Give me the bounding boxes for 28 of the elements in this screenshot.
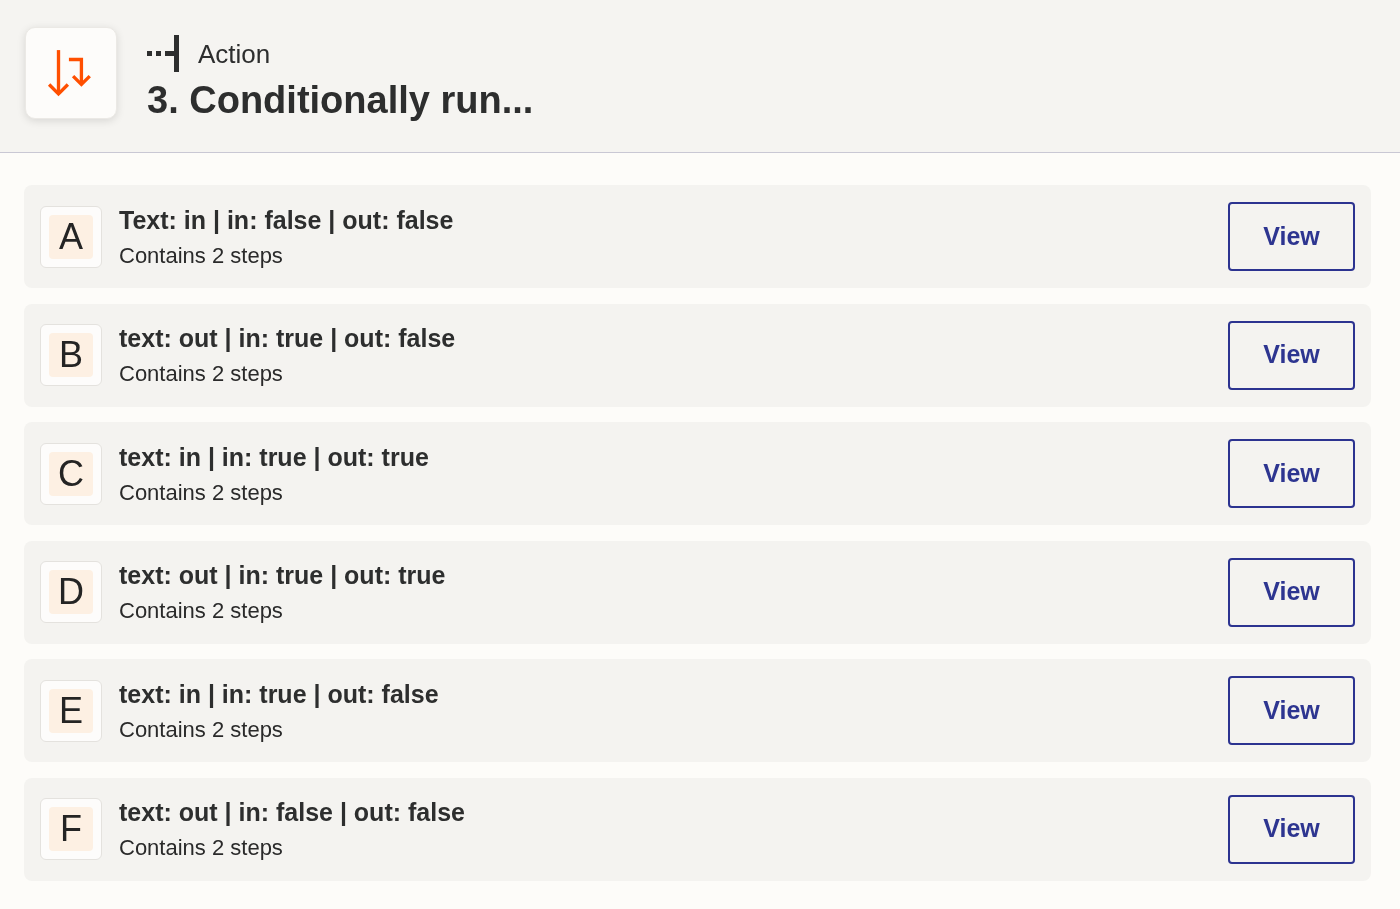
- path-title: text: out | in: true | out: false: [119, 323, 457, 353]
- path-letter: E: [49, 688, 93, 733]
- view-button[interactable]: View: [1228, 794, 1355, 864]
- path-step-count: Contains 2 steps: [119, 716, 284, 743]
- path-step-count: Contains 2 steps: [119, 835, 284, 861]
- path-step-count: Contains 2 steps: [119, 479, 284, 506]
- path-letter: A: [49, 214, 93, 259]
- path-title: text: out | in: true | out: true: [119, 560, 447, 590]
- path-step-count: Contains 2 steps: [119, 598, 284, 624]
- view-button[interactable]: View: [1228, 676, 1355, 745]
- path-title: text: out | in: false | out: false: [119, 797, 466, 827]
- path-title: Text: in | in: false | out: false: [119, 204, 455, 235]
- view-button[interactable]: View: [1228, 320, 1355, 390]
- step-title: 3. Conditionally run...: [147, 81, 534, 119]
- path-letter: B: [49, 333, 93, 377]
- path-title: text: in | in: true | out: false: [119, 678, 440, 709]
- view-button[interactable]: View: [1228, 439, 1355, 508]
- view-button[interactable]: View: [1228, 202, 1355, 271]
- path-letter: D: [49, 570, 93, 614]
- step-type-label: Action: [198, 40, 271, 67]
- dashed-line-bar-icon: [147, 35, 181, 72]
- path-step-count: Contains 2 steps: [119, 361, 284, 387]
- path-step-count: Contains 2 steps: [119, 242, 284, 269]
- path-letter: C: [49, 451, 93, 496]
- view-button[interactable]: View: [1228, 557, 1355, 627]
- path-letter: F: [49, 807, 93, 851]
- arrows-down-icon: [25, 27, 117, 119]
- path-title: text: in | in: true | out: true: [119, 441, 430, 472]
